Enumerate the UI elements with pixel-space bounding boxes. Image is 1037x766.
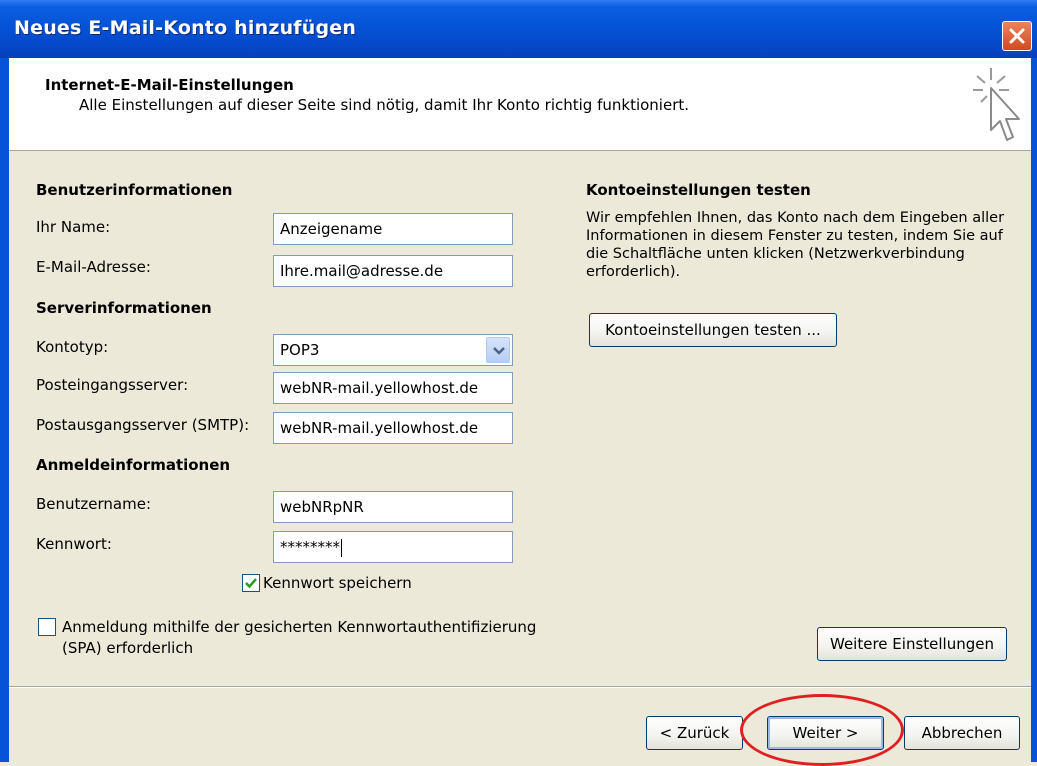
cancel-button[interactable]: Abbrechen bbox=[904, 716, 1020, 750]
outgoing-server-label: Postausgangsserver (SMTP): bbox=[36, 416, 250, 434]
test-account-button[interactable]: Kontoeinstellungen testen ... bbox=[589, 313, 837, 347]
spa-checkbox[interactable] bbox=[38, 618, 56, 636]
email-label: E-Mail-Adresse: bbox=[36, 258, 151, 276]
name-label: Ihr Name: bbox=[36, 218, 111, 236]
footer-divider bbox=[9, 686, 1031, 688]
close-icon bbox=[1009, 28, 1025, 44]
password-input[interactable]: ******** bbox=[273, 531, 513, 563]
password-label: Kennwort: bbox=[36, 535, 112, 553]
test-settings-description: Wir empfehlen Ihnen, das Konto nach dem … bbox=[586, 210, 1005, 280]
account-type-select[interactable]: POP3 bbox=[273, 334, 513, 366]
save-password-label[interactable]: Kennwort speichern bbox=[263, 574, 412, 592]
window-frame-right bbox=[1031, 58, 1037, 762]
username-input[interactable]: webNRpNR bbox=[273, 491, 513, 523]
close-button[interactable] bbox=[1002, 21, 1032, 51]
more-settings-button[interactable]: Weitere Einstellungen bbox=[817, 627, 1007, 661]
user-info-heading: Benutzerinformationen bbox=[36, 181, 233, 199]
back-button[interactable]: < Zurück bbox=[646, 716, 743, 750]
username-label: Benutzername: bbox=[36, 495, 152, 513]
test-settings-heading: Kontoeinstellungen testen bbox=[586, 181, 811, 199]
page-title: Internet-E-Mail-Einstellungen bbox=[45, 76, 294, 94]
password-value: ******** bbox=[280, 538, 340, 556]
next-button[interactable]: Weiter > bbox=[767, 716, 884, 750]
page-subtitle: Alle Einstellungen auf dieser Seite sind… bbox=[79, 96, 690, 114]
outgoing-server-input[interactable]: webNR-mail.yellowhost.de bbox=[273, 412, 513, 444]
dialog-window: Neues E-Mail-Konto hinzufügen Internet-E… bbox=[0, 0, 1037, 766]
account-type-value: POP3 bbox=[280, 341, 320, 359]
account-type-label: Kontotyp: bbox=[36, 338, 109, 356]
spa-label-line2[interactable]: (SPA) erforderlich bbox=[62, 639, 193, 657]
dropdown-button[interactable] bbox=[486, 337, 510, 363]
title-bar[interactable]: Neues E-Mail-Konto hinzufügen bbox=[0, 0, 1037, 58]
name-input[interactable]: Anzeigename bbox=[273, 213, 513, 245]
checkmark-icon bbox=[245, 578, 257, 589]
incoming-server-input[interactable]: webNR-mail.yellowhost.de bbox=[273, 372, 513, 404]
incoming-server-label: Posteingangsserver: bbox=[36, 376, 189, 394]
window-frame-left bbox=[0, 58, 9, 762]
login-info-heading: Anmeldeinformationen bbox=[36, 456, 231, 474]
text-caret bbox=[341, 538, 342, 557]
click-cursor-icon bbox=[973, 68, 1020, 141]
chevron-down-icon bbox=[493, 347, 505, 355]
window-title: Neues E-Mail-Konto hinzufügen bbox=[14, 17, 357, 39]
wizard-header: Internet-E-Mail-Einstellungen Alle Einst… bbox=[9, 58, 1031, 151]
spa-label-line1[interactable]: Anmeldung mithilfe der gesicherten Kennw… bbox=[62, 618, 536, 636]
server-info-heading: Serverinformationen bbox=[36, 299, 212, 317]
save-password-checkbox[interactable] bbox=[242, 574, 260, 592]
email-input[interactable]: Ihre.mail@adresse.de bbox=[273, 255, 513, 287]
